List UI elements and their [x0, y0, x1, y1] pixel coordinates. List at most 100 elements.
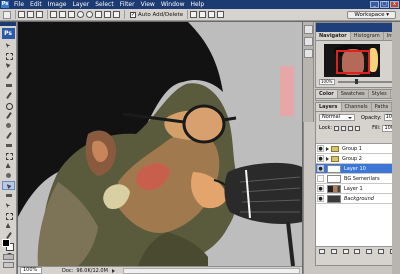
shape-layers-icon[interactable] [18, 11, 25, 18]
toolbox-title-bar[interactable] [0, 22, 16, 26]
brush-tool-icon[interactable] [2, 111, 15, 120]
menu-view[interactable]: View [138, 0, 158, 9]
tab-layers[interactable]: Layers [316, 103, 342, 111]
new-layer-icon[interactable] [378, 248, 385, 254]
history-brush-tool-icon[interactable] [2, 131, 15, 140]
tool-presets-panel-icon[interactable] [303, 37, 313, 46]
lock-all-icon[interactable] [355, 125, 361, 131]
clone-stamp-tool-icon[interactable] [2, 121, 15, 130]
minimize-button[interactable]: _ [370, 1, 379, 8]
freeform-pen-icon[interactable] [59, 11, 66, 18]
marquee-tool-icon[interactable] [2, 51, 15, 60]
healing-brush-tool-icon[interactable] [2, 101, 15, 110]
artwork-canvas[interactable] [18, 22, 302, 266]
navigator-view-box[interactable] [336, 50, 370, 74]
layer-row-background[interactable]: ● Background [316, 194, 399, 204]
document-canvas-area[interactable] [18, 22, 302, 266]
adjustment-layer-icon[interactable] [354, 248, 361, 254]
path-selection-tool-icon[interactable] [2, 201, 15, 210]
visibility-eye-icon[interactable]: ● [317, 195, 324, 202]
ellipse-shape-icon[interactable] [86, 11, 93, 18]
foreground-color-swatch[interactable] [2, 239, 10, 247]
expand-triangle-icon[interactable] [326, 146, 329, 151]
rectangle-shape-icon[interactable] [68, 11, 75, 18]
menu-file[interactable]: File [11, 0, 27, 9]
path-area-exclude-icon[interactable] [217, 11, 225, 18]
layer-row-layer-1[interactable]: ● Layer 1 [316, 184, 399, 194]
horizontal-scrollbar[interactable] [122, 267, 300, 274]
polygon-shape-icon[interactable] [95, 11, 102, 18]
lasso-tool-icon[interactable] [2, 61, 15, 70]
move-tool-icon[interactable] [2, 41, 15, 50]
pen-tool-icon[interactable] [1, 181, 15, 190]
menu-edit[interactable]: Edit [27, 0, 45, 9]
layer-row-group-1[interactable]: ● Group 1 [316, 144, 399, 154]
path-area-add-icon[interactable] [190, 11, 198, 18]
rounded-rectangle-icon[interactable] [77, 11, 84, 18]
tab-styles[interactable]: Styles [369, 90, 391, 98]
blur-tool-icon[interactable] [2, 161, 15, 170]
tab-channels[interactable]: Channels [342, 103, 372, 111]
new-group-icon[interactable] [366, 248, 373, 254]
visibility-eye-icon[interactable]: ● [317, 155, 324, 162]
status-menu-arrow-icon[interactable] [111, 268, 115, 273]
menu-layer[interactable]: Layer [69, 0, 92, 9]
custom-shape-icon[interactable] [113, 11, 120, 18]
notes-tool-icon[interactable] [2, 221, 15, 230]
screen-mode-button[interactable] [3, 262, 14, 268]
tab-color[interactable]: Color [316, 90, 338, 98]
navigator-zoom-slider[interactable] [338, 79, 395, 84]
layer-row-bg-semerilars[interactable]: BG Semerilars [316, 174, 399, 184]
magic-wand-tool-icon[interactable] [2, 71, 15, 80]
workspace-button[interactable]: Workspace ▾ [347, 11, 396, 19]
menu-window[interactable]: Window [158, 0, 188, 9]
paths-icon[interactable] [27, 11, 34, 18]
lock-pixels-icon[interactable] [341, 125, 347, 131]
gradient-tool-icon[interactable] [2, 151, 15, 160]
pen-icon[interactable] [50, 11, 57, 18]
menu-select[interactable]: Select [92, 0, 117, 9]
quick-mask-toggle[interactable] [3, 254, 14, 260]
visibility-eye-icon[interactable]: ● [317, 145, 324, 152]
blend-mode-select[interactable]: Normal [319, 114, 355, 121]
brushes-panel-icon[interactable] [303, 25, 313, 34]
path-area-intersect-icon[interactable] [208, 11, 216, 18]
tab-histogram[interactable]: Histogram [351, 32, 384, 40]
lock-transparency-icon[interactable] [334, 125, 340, 131]
eraser-tool-icon[interactable] [2, 141, 15, 150]
expand-triangle-icon[interactable] [326, 156, 329, 161]
line-shape-icon[interactable] [104, 11, 111, 18]
panel-title-bar[interactable] [316, 23, 399, 32]
tab-swatches[interactable]: Swatches [338, 90, 369, 98]
visibility-eye-icon[interactable]: ● [317, 165, 324, 172]
navigator-thumbnail[interactable] [324, 44, 380, 77]
menu-filter[interactable]: Filter [117, 0, 138, 9]
zoom-slider-knob[interactable] [355, 79, 359, 84]
tab-paths[interactable]: Paths [372, 103, 393, 111]
zoom-level-field[interactable]: 100% [20, 267, 42, 274]
link-layers-icon[interactable] [318, 248, 325, 254]
path-area-subtract-icon[interactable] [199, 11, 207, 18]
auto-add-delete-checkbox[interactable]: ✓ [130, 11, 136, 18]
navigator-zoom-field[interactable]: 100% [319, 79, 335, 85]
crop-tool-icon[interactable] [2, 81, 15, 90]
type-tool-icon[interactable] [2, 191, 15, 200]
shape-tool-icon[interactable] [2, 211, 15, 220]
fill-pixels-icon[interactable] [36, 11, 43, 18]
lock-position-icon[interactable] [348, 125, 354, 131]
menu-help[interactable]: Help [188, 0, 208, 9]
tab-navigator[interactable]: Navigator [316, 32, 351, 40]
layer-row-layer-10[interactable]: ● Layer 10 [316, 164, 399, 174]
photoshop-logo[interactable]: Ps [1, 28, 15, 39]
slice-tool-icon[interactable] [2, 91, 15, 100]
visibility-eye-icon[interactable]: ● [317, 185, 324, 192]
visibility-eye-icon[interactable] [317, 175, 324, 182]
dodge-tool-icon[interactable] [2, 171, 15, 180]
layer-comps-panel-icon[interactable] [303, 49, 313, 58]
layer-mask-icon[interactable] [342, 248, 349, 254]
pen-tool-preset-icon[interactable] [3, 10, 11, 19]
close-button[interactable]: x [390, 1, 399, 8]
layer-style-icon[interactable] [330, 248, 337, 254]
layer-row-group-2[interactable]: ● Group 2 [316, 154, 399, 164]
maximize-button[interactable]: □ [380, 1, 389, 8]
